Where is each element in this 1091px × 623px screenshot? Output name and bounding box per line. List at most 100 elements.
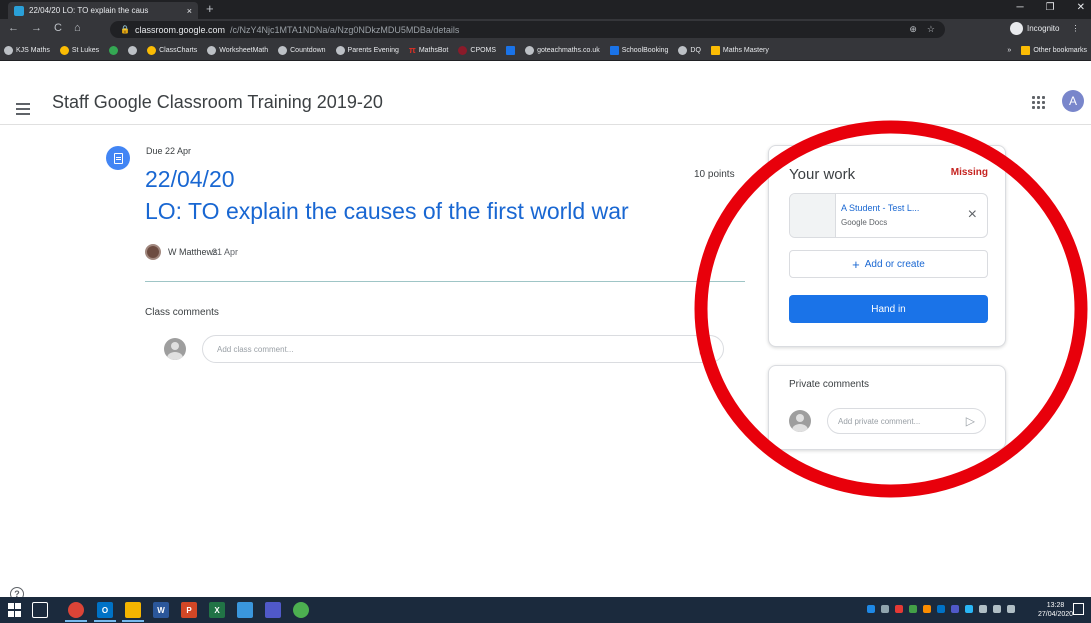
bookmark-item[interactable]	[128, 45, 138, 55]
add-or-create-button[interactable]: + Add or create	[789, 250, 988, 278]
bluetooth-icon[interactable]	[867, 605, 875, 613]
private-comment-input[interactable]: Add private comment... ▷	[827, 408, 986, 434]
chrome-icon[interactable]	[68, 602, 84, 618]
your-work-heading: Your work	[789, 166, 856, 183]
class-title[interactable]: Staff Google Classroom Training 2019-20	[52, 92, 383, 113]
tab-close-icon[interactable]: ×	[187, 6, 192, 16]
restore-icon[interactable]: ❐	[1046, 2, 1055, 13]
site-icon	[109, 45, 119, 55]
bookmark-item[interactable]: π MathsBot	[409, 45, 448, 55]
folder-icon	[1021, 45, 1031, 55]
bookmark-item[interactable]: Parents Evening	[335, 45, 399, 55]
bookmark-item[interactable]: SchoolBooking	[609, 45, 668, 55]
globe-icon	[335, 45, 345, 55]
excel-icon[interactable]: X	[209, 602, 225, 618]
url-host: classroom.google.com	[134, 24, 226, 35]
bookmark-item[interactable]: Maths Mastery	[710, 45, 769, 55]
other-bookmarks[interactable]: Other bookmarks	[1021, 45, 1087, 55]
url-bar[interactable]: 🔒 classroom.google.com/c/NzY4Njc1MTA1NDN…	[110, 21, 945, 38]
bookmark-item[interactable]: WorksheetMath	[207, 45, 268, 55]
browser-tab[interactable]: 22/04/20 LO: TO explain the caus ×	[8, 2, 198, 19]
globe-icon	[278, 45, 288, 55]
send-icon[interactable]: ▷	[966, 414, 975, 428]
bookmark-item[interactable]: ClassCharts	[147, 45, 197, 55]
author-avatar	[145, 244, 161, 260]
tray-chevron-icon[interactable]	[881, 605, 889, 613]
bookmark-item[interactable]: KJS Maths	[4, 45, 50, 55]
class-comment-placeholder: Add class comment...	[217, 344, 294, 354]
battery-icon[interactable]	[979, 605, 987, 613]
screen-recorder-icon[interactable]	[293, 602, 309, 618]
wifi-icon[interactable]	[993, 605, 1001, 613]
attachment-thumbnail	[790, 194, 836, 237]
windows-start-icon[interactable]	[6, 602, 22, 618]
private-comments-card: Private comments Add private comment... …	[768, 365, 1006, 450]
incognito-icon	[1010, 22, 1023, 35]
bookmark-item[interactable]: Countdown	[278, 45, 326, 55]
bookmark-item[interactable]: St Lukes	[59, 45, 99, 55]
remote-desktop-icon[interactable]	[237, 602, 253, 618]
active-app-indicator	[94, 620, 116, 622]
bookmark-item[interactable]	[506, 45, 516, 55]
tray-app-icon[interactable]	[923, 605, 931, 613]
outlook-tray-icon[interactable]	[937, 605, 945, 613]
schoolbooking-icon	[609, 45, 619, 55]
window-controls: ─ ❐ ✕	[1017, 2, 1085, 13]
more-bookmarks-button[interactable]: »	[1007, 47, 1011, 54]
home-icon[interactable]: ⌂	[74, 22, 81, 34]
incognito-badge[interactable]: Incognito ⋮	[1010, 22, 1079, 35]
taskbar-clock[interactable]: 13:28 27/04/2020	[1038, 601, 1073, 619]
st-lukes-icon	[59, 45, 69, 55]
notifications-icon[interactable]	[1073, 603, 1084, 615]
back-icon[interactable]: ←	[8, 22, 19, 34]
powerpoint-icon[interactable]: P	[181, 602, 197, 618]
bookmark-item[interactable]: CPOMS	[458, 45, 496, 55]
clock-date: 27/04/2020	[1038, 611, 1074, 618]
cpoms-icon	[458, 45, 468, 55]
status-badge: Missing	[950, 167, 988, 178]
send-icon[interactable]: ▷	[700, 342, 709, 356]
forward-icon[interactable]: →	[31, 22, 42, 34]
assignment-icon	[106, 146, 130, 170]
account-avatar[interactable]: A	[1062, 90, 1084, 112]
add-or-create-label: Add or create	[864, 258, 925, 270]
reload-icon[interactable]: C	[54, 22, 62, 34]
browser-menu-icon[interactable]: ⋮	[1071, 24, 1079, 33]
minimize-icon[interactable]: ─	[1017, 2, 1024, 13]
zoom-icon[interactable]: ⊕	[909, 24, 917, 35]
teams-icon[interactable]	[265, 602, 281, 618]
close-window-icon[interactable]: ✕	[1077, 2, 1085, 13]
new-tab-button[interactable]: +	[206, 1, 214, 16]
onedrive-icon[interactable]	[965, 605, 973, 613]
remove-attachment-icon[interactable]: ×	[968, 206, 977, 224]
app-header: Staff Google Classroom Training 2019-20 …	[0, 61, 1091, 125]
your-work-card: Your work Missing A Student - Test L... …	[768, 145, 1006, 347]
lock-icon: 🔒	[120, 25, 130, 34]
google-apps-icon[interactable]	[1032, 96, 1045, 109]
hand-in-button[interactable]: Hand in	[789, 295, 988, 323]
bookmark-item[interactable]: DQ	[678, 45, 701, 55]
address-bar-row: ← → C ⌂ 🔒 classroom.google.com/c/NzY4Njc…	[0, 19, 1091, 40]
hamburger-menu-icon[interactable]	[16, 103, 30, 115]
active-app-indicator	[65, 620, 87, 622]
bookmark-item[interactable]: goteachmaths.co.uk	[525, 45, 600, 55]
task-view-icon[interactable]	[32, 602, 48, 618]
class-comment-input[interactable]: Add class comment... ▷	[202, 335, 724, 363]
volume-icon[interactable]	[1007, 605, 1015, 613]
outlook-icon[interactable]: O	[97, 602, 113, 618]
globe-icon	[128, 45, 138, 55]
tray-app-icon[interactable]	[909, 605, 917, 613]
globe-icon	[207, 45, 217, 55]
attachment-chip[interactable]: A Student - Test L... Google Docs ×	[789, 193, 988, 238]
bookmark-star-icon[interactable]: ☆	[927, 24, 935, 35]
bookmark-item[interactable]	[109, 45, 119, 55]
nav-buttons: ← → C ⌂	[8, 22, 81, 34]
user-avatar	[789, 410, 811, 432]
author-name: W Matthews	[168, 247, 218, 257]
word-icon[interactable]: W	[153, 602, 169, 618]
file-explorer-icon[interactable]	[125, 602, 141, 618]
posted-date: 21 Apr	[212, 247, 239, 257]
tray-app-icon[interactable]	[895, 605, 903, 613]
classroom-favicon-icon	[14, 5, 24, 16]
teams-tray-icon[interactable]	[951, 605, 959, 613]
